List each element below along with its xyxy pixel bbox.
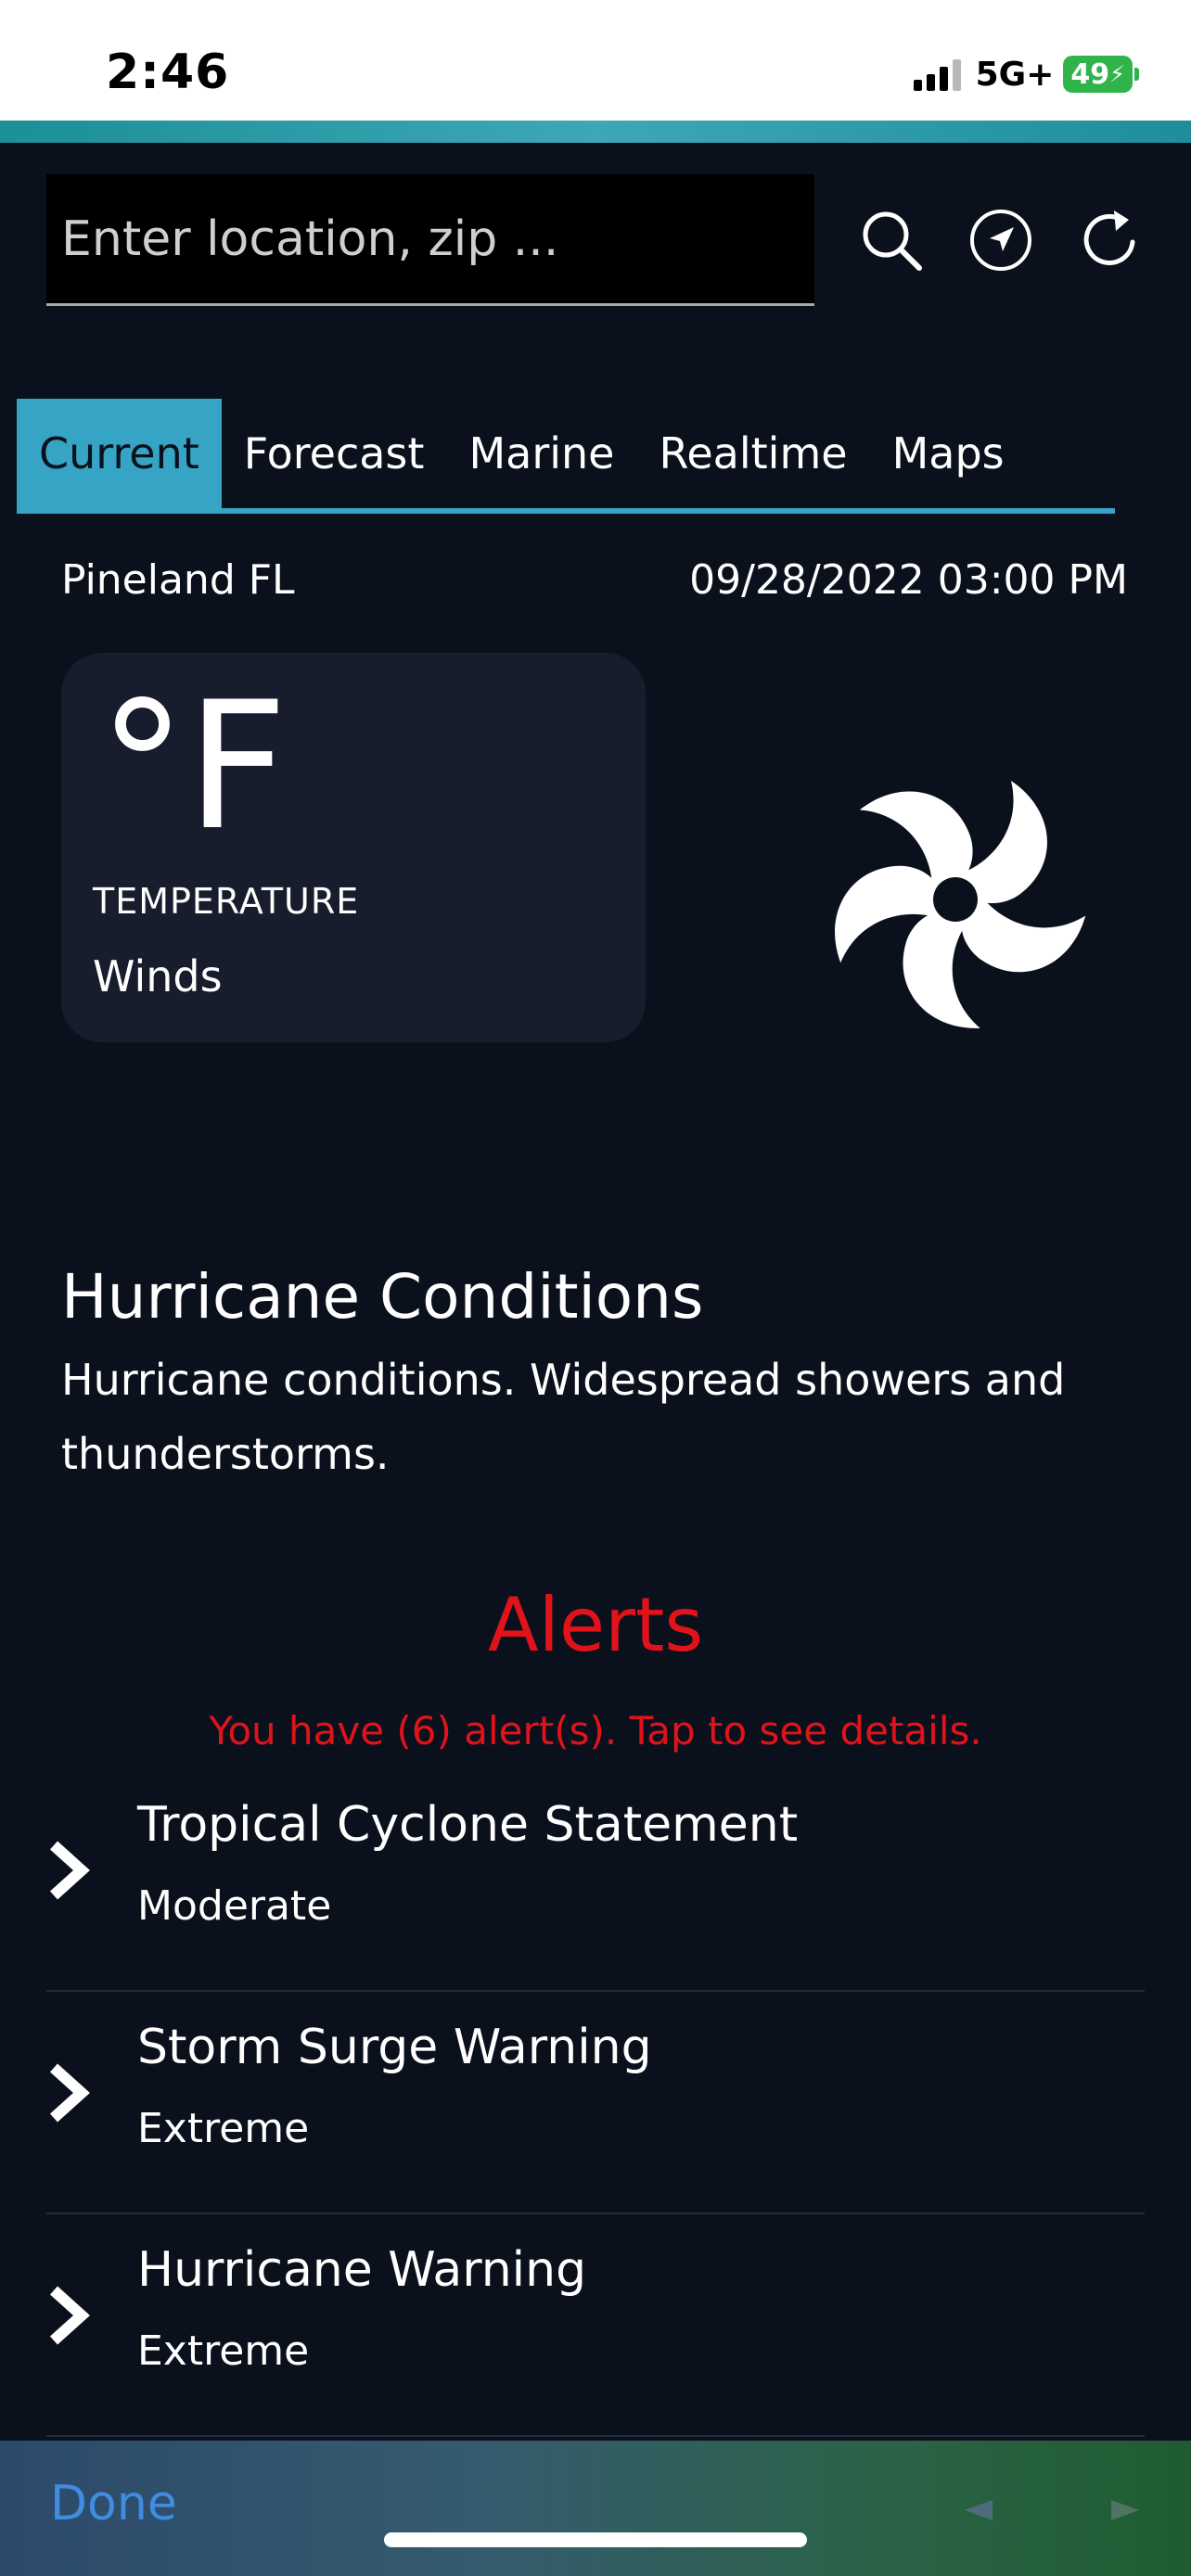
battery-tip (1134, 68, 1139, 81)
chevron-right-icon (49, 1841, 90, 1900)
alert-severity: Extreme (137, 2105, 310, 2152)
alert-severity: Moderate (137, 1882, 332, 1930)
alert-severity: Extreme (137, 2327, 310, 2375)
done-button[interactable]: Done (50, 2476, 177, 2531)
alert-item[interactable]: Hurricane Warning Extreme (46, 2214, 1145, 2437)
battery-level: 49 (1070, 57, 1110, 91)
location-arrow-icon (970, 210, 1031, 271)
refresh-icon (1083, 210, 1135, 265)
status-time: 2:46 (106, 45, 230, 100)
battery-icon: 49 ⚡ (1063, 56, 1133, 93)
cellular-signal-icon (913, 57, 961, 91)
search-icon (863, 211, 922, 271)
tab-maps[interactable]: Maps (870, 399, 1027, 508)
locate-me-button[interactable] (965, 204, 1037, 276)
header-accent-strip (0, 121, 1191, 143)
tab-current[interactable]: Current (17, 399, 222, 508)
tab-forecast[interactable]: Forecast (222, 399, 447, 508)
tab-realtime[interactable]: Realtime (636, 399, 869, 508)
condition-title: Hurricane Conditions (61, 1261, 704, 1333)
alert-item[interactable]: Storm Surge Warning Extreme (46, 1992, 1145, 2214)
alert-title: Hurricane Warning (137, 2242, 587, 2298)
home-indicator (384, 2532, 807, 2547)
temperature-card: °F TEMPERATURE Winds (61, 653, 646, 1042)
network-type: 5G+ (975, 55, 1055, 94)
back-arrow-icon[interactable] (961, 2496, 994, 2524)
search-box (46, 174, 814, 306)
alert-title: Storm Surge Warning (137, 2020, 652, 2075)
status-bar: 2:46 5G+ 49 ⚡ (0, 0, 1191, 121)
temperature-label: TEMPERATURE (93, 881, 360, 922)
chevron-right-icon (49, 2063, 90, 2123)
refresh-button[interactable] (1074, 204, 1146, 276)
chevron-right-icon (49, 2286, 90, 2345)
bottom-toolbar: Done (0, 2441, 1191, 2576)
alert-item[interactable]: Tropical Cyclone Statement Moderate (46, 1769, 1145, 1992)
location-name: Pineland FL (61, 556, 295, 604)
alert-title: Tropical Cyclone Statement (137, 1797, 799, 1853)
forward-arrow-icon[interactable] (1109, 2496, 1143, 2524)
location-search-input[interactable] (61, 174, 803, 303)
alerts-heading: Alerts (487, 1582, 704, 1668)
tab-marine[interactable]: Marine (446, 399, 636, 508)
condition-description: Hurricane conditions. Widespread showers… (61, 1355, 1066, 1479)
alerts-summary-link[interactable]: You have (6) alert(s). Tap to see detail… (0, 1708, 1191, 1753)
observation-datetime: 09/28/2022 03:00 PM (689, 556, 1128, 604)
temperature-unit: °F (98, 664, 288, 869)
search-button[interactable] (855, 204, 928, 276)
winds-label: Winds (93, 951, 223, 1001)
status-indicators: 5G+ 49 ⚡ (913, 54, 1139, 95)
hurricane-icon (816, 775, 1095, 1039)
tab-bar: Current Forecast Marine Realtime Maps (17, 399, 1115, 514)
